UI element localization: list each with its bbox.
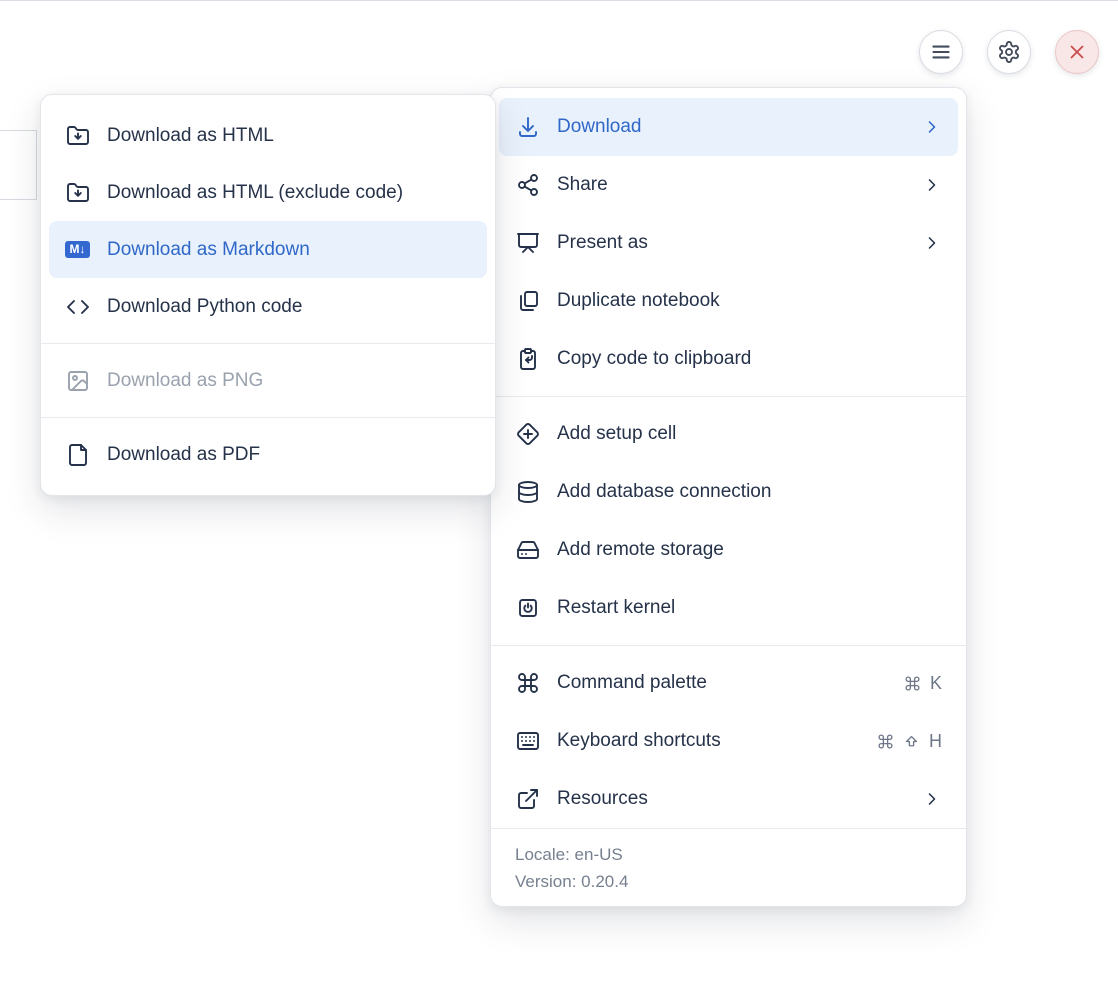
menu-item-label: Copy code to clipboard — [557, 348, 942, 370]
menu-item-share[interactable]: Share — [491, 156, 966, 214]
code-icon — [65, 294, 90, 319]
chevron-right-icon — [922, 789, 942, 809]
shift-icon — [903, 733, 920, 750]
background-cell-border-right — [36, 130, 37, 200]
menu-item-label: Restart kernel — [557, 597, 942, 619]
file-icon — [65, 442, 90, 467]
background-cell-border-bottom — [0, 199, 37, 200]
diamond-plus-icon — [515, 422, 540, 447]
menu-item-download-as-png: Download as PNG — [41, 352, 495, 409]
menu-separator — [491, 645, 966, 646]
chevron-right-icon — [922, 233, 942, 253]
clipboard-copy-icon — [515, 347, 540, 372]
background-cell-border-top — [0, 130, 37, 131]
menu-item-label: Add database connection — [557, 481, 942, 503]
command-icon — [515, 671, 540, 696]
shortcut-hint: H — [877, 731, 942, 752]
folder-down-icon — [65, 180, 90, 205]
menu-item-label: Present as — [557, 232, 912, 254]
notebook-actions-menu-items: Download Share Present as Duplicate noteboo… — [491, 88, 966, 828]
menu-item-label: Download — [557, 116, 912, 138]
close-icon — [1066, 41, 1088, 63]
shortcut-key: K — [930, 673, 942, 694]
menu-item-label: Add remote storage — [557, 539, 942, 561]
hamburger-icon — [928, 39, 954, 65]
shortcut-key: H — [929, 731, 942, 752]
markdown-badge-icon: M↓ — [65, 237, 90, 262]
command-icon — [904, 675, 921, 692]
menu-separator — [41, 343, 495, 344]
notebook-actions-menu: Download Share Present as Duplicate noteboo… — [490, 87, 967, 907]
menu-item-add-remote-storage[interactable]: Add remote storage — [491, 521, 966, 579]
database-icon — [515, 480, 540, 505]
folder-down-icon — [65, 123, 90, 148]
menu-item-download-as-html[interactable]: Download as HTML — [41, 107, 495, 164]
menu-item-download-as-markdown[interactable]: M↓ Download as Markdown — [49, 221, 487, 278]
menu-item-present-as[interactable]: Present as — [491, 214, 966, 272]
locale-text: Locale: en-US — [515, 841, 942, 868]
menu-item-duplicate-notebook[interactable]: Duplicate notebook — [491, 272, 966, 330]
presentation-icon — [515, 231, 540, 256]
chevron-right-icon — [922, 175, 942, 195]
menu-item-restart-kernel[interactable]: Restart kernel — [491, 579, 966, 637]
keyboard-icon — [515, 729, 540, 754]
menu-item-download-python-code[interactable]: Download Python code — [41, 278, 495, 335]
download-icon — [515, 115, 540, 140]
menu-item-label: Keyboard shortcuts — [557, 730, 877, 752]
settings-button[interactable] — [987, 30, 1031, 74]
menu-separator — [41, 417, 495, 418]
menu-footer: Locale: en-US Version: 0.20.4 — [491, 828, 966, 905]
chevron-right-icon — [922, 117, 942, 137]
hard-drive-icon — [515, 538, 540, 563]
menu-item-download-as-html-exclude-code[interactable]: Download as HTML (exclude code) — [41, 164, 495, 221]
image-icon — [65, 368, 90, 393]
version-text: Version: 0.20.4 — [515, 868, 942, 895]
menu-item-label: Duplicate notebook — [557, 290, 942, 312]
menu-item-label: Download Python code — [107, 296, 471, 318]
menu-item-keyboard-shortcuts[interactable]: Keyboard shortcuts H — [491, 712, 966, 770]
menu-item-label: Download as PNG — [107, 370, 471, 392]
menu-item-copy-code-to-clipboard[interactable]: Copy code to clipboard — [491, 330, 966, 388]
notebook-menu-button[interactable] — [919, 30, 963, 74]
menu-item-label: Add setup cell — [557, 423, 942, 445]
external-link-icon — [515, 787, 540, 812]
menu-item-add-database-connection[interactable]: Add database connection — [491, 463, 966, 521]
menu-item-add-setup-cell[interactable]: Add setup cell — [491, 405, 966, 463]
menu-item-label: Share — [557, 174, 912, 196]
menu-item-label: Resources — [557, 788, 912, 810]
menu-item-download-as-pdf[interactable]: Download as PDF — [41, 426, 495, 483]
gear-icon — [997, 40, 1021, 64]
markdown-badge-icon: M↓ — [65, 241, 90, 258]
menu-item-command-palette[interactable]: Command palette K — [491, 654, 966, 712]
close-button[interactable] — [1055, 30, 1099, 74]
download-submenu: Download as HTML Download as HTML (exclud… — [40, 94, 496, 496]
menu-item-label: Download as HTML (exclude code) — [107, 182, 471, 204]
menu-separator — [491, 396, 966, 397]
menu-item-label: Command palette — [557, 672, 904, 694]
power-square-icon — [515, 596, 540, 621]
menu-item-label: Download as PDF — [107, 444, 471, 466]
menu-item-resources[interactable]: Resources — [491, 770, 966, 828]
share-icon — [515, 173, 540, 198]
window-top-border — [0, 0, 1118, 1]
menu-item-label: Download as HTML — [107, 125, 471, 147]
command-icon — [877, 733, 894, 750]
menu-item-download[interactable]: Download — [499, 98, 958, 156]
duplicate-icon — [515, 289, 540, 314]
menu-item-label: Download as Markdown — [107, 239, 471, 261]
shortcut-hint: K — [904, 673, 942, 694]
